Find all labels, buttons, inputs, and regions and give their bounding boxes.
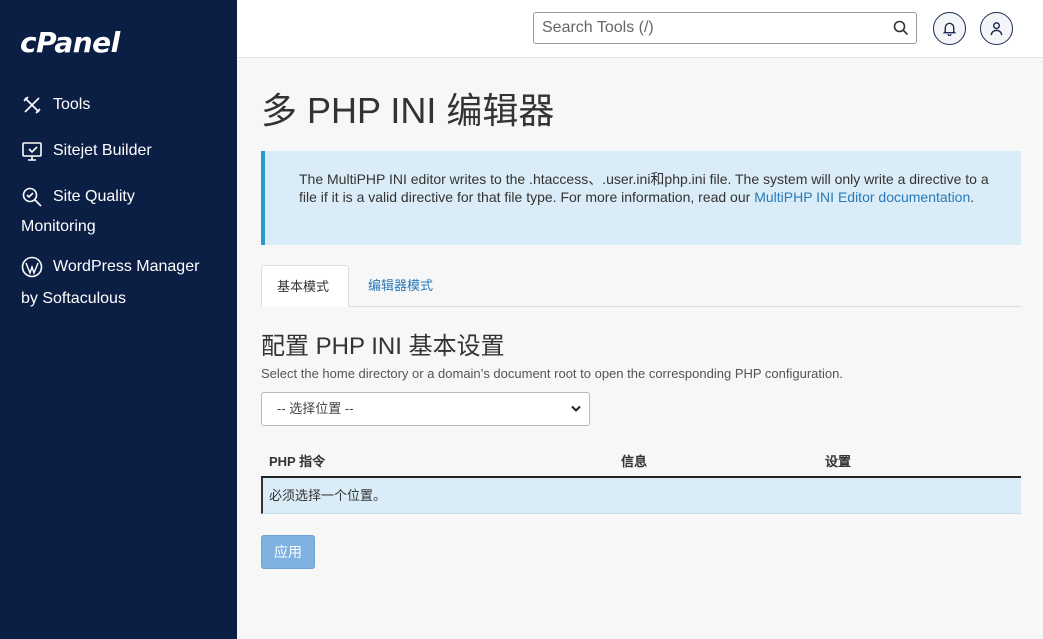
sidebar-item-label: Sitejet Builder	[53, 142, 152, 159]
notifications-button[interactable]	[933, 12, 966, 45]
column-header-setting: 设置	[825, 454, 852, 469]
sidebar: cPanel Tools Sitejet Builder Site Qualit…	[0, 0, 237, 639]
sidebar-item-wordpress[interactable]: WordPress Manager	[21, 252, 199, 282]
user-icon	[990, 22, 1003, 36]
sidebar-item-label: Site Quality	[53, 188, 135, 205]
help-text: Select the home directory or a domain’s …	[261, 366, 843, 381]
column-header-directive: PHP 指令	[269, 454, 326, 469]
table-row: 必须选择一个位置。	[261, 478, 1021, 514]
sidebar-item-label: by Softaculous	[21, 290, 126, 307]
sidebar-item-tools[interactable]: Tools	[21, 90, 90, 120]
section-title: 配置 PHP INI 基本设置	[261, 333, 505, 360]
sidebar-item-sitejet[interactable]: Sitejet Builder	[21, 136, 152, 166]
user-menu-button[interactable]	[980, 12, 1013, 45]
tab-basic-mode[interactable]: 基本模式	[261, 265, 349, 307]
bell-icon	[942, 22, 957, 36]
directives-table: PHP 指令 信息 设置 必须选择一个位置。	[261, 441, 1021, 514]
column-header-info: 信息	[621, 454, 648, 469]
table-header: PHP 指令 信息 设置	[261, 441, 1021, 478]
location-select[interactable]: -- 选择位置 --	[261, 392, 590, 426]
alert-text-end: .	[970, 189, 975, 205]
cpanel-logo[interactable]: cPanel	[20, 26, 120, 59]
wordpress-icon	[21, 256, 43, 278]
tab-editor-mode[interactable]: 编辑器模式	[353, 265, 448, 307]
sidebar-item-site-quality[interactable]: Site Quality	[21, 182, 135, 212]
info-alert: The MultiPHP INI editor writes to the .h…	[261, 151, 1021, 245]
search-box[interactable]	[533, 12, 917, 44]
top-bar	[237, 0, 1043, 58]
documentation-link[interactable]: MultiPHP INI Editor documentation	[754, 189, 970, 205]
sidebar-item-label: WordPress Manager	[53, 258, 200, 275]
chevron-down-icon	[571, 405, 581, 412]
main-content: 多 PHP INI 编辑器 The MultiPHP INI editor wr…	[237, 58, 1043, 639]
page-title: 多 PHP INI 编辑器	[261, 90, 555, 131]
tools-icon	[21, 94, 43, 116]
apply-button[interactable]: 应用	[261, 535, 315, 569]
sidebar-item-label: Monitoring	[21, 218, 96, 235]
search-input[interactable]	[534, 13, 874, 43]
sitejet-icon	[21, 140, 43, 162]
search-icon[interactable]	[893, 20, 909, 36]
select-value: -- 选择位置 --	[277, 401, 354, 416]
sidebar-item-wordpress-line2[interactable]: by Softaculous	[21, 284, 126, 314]
sidebar-item-site-quality-line2[interactable]: Monitoring	[21, 212, 96, 242]
sidebar-item-label: Tools	[53, 96, 91, 113]
site-quality-icon	[21, 186, 43, 208]
mode-tabs: 基本模式 编辑器模式	[261, 265, 1021, 307]
